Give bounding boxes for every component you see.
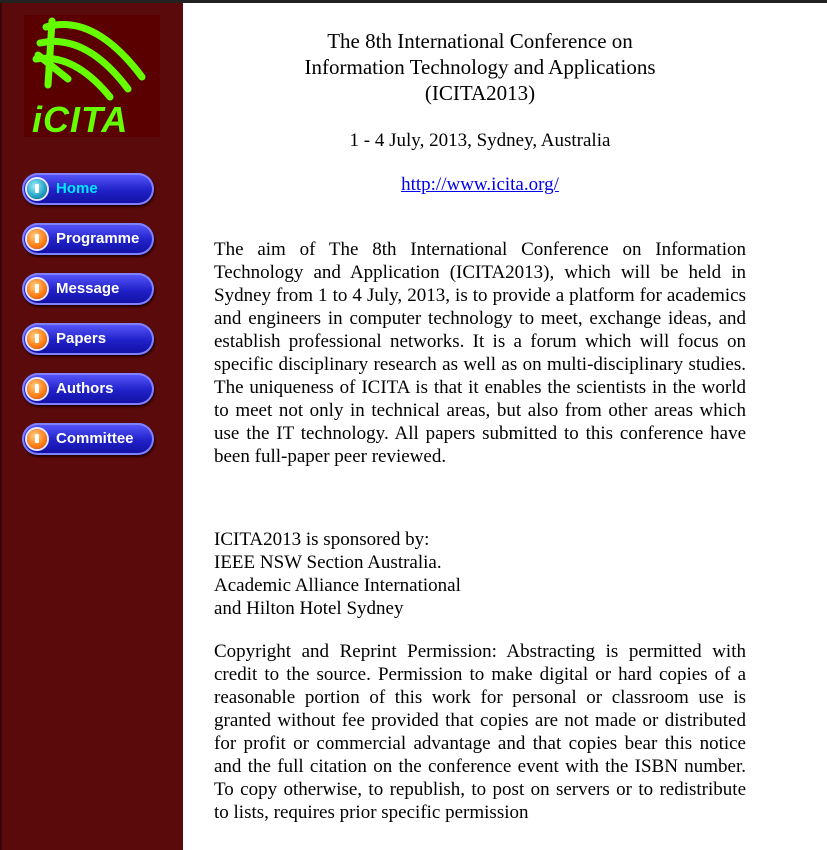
nav-label: Message	[56, 280, 120, 297]
nav-authors-button[interactable]: Authors	[22, 373, 154, 405]
aim-paragraph: The aim of The 8th International Confere…	[214, 239, 746, 467]
copyright-paragraph: Copyright and Reprint Permission: Abstra…	[214, 641, 746, 823]
sponsor-item: IEEE NSW Section Australia.	[214, 552, 442, 573]
sponsor-item: Academic Alliance International	[214, 575, 461, 596]
main-content: The 8th International Conference on Info…	[214, 0, 746, 824]
title-line: The 8th International Conference on	[327, 29, 633, 53]
sponsor-item: and Hilton Hotel Sydney	[214, 598, 404, 619]
nav-label: Programme	[56, 230, 140, 247]
nav-home-button[interactable]: Home	[22, 173, 154, 205]
arrow-up-icon	[27, 229, 47, 249]
arrow-up-icon	[27, 279, 47, 299]
nav-label: Committee	[56, 430, 134, 447]
logo-text: iCITA	[32, 99, 129, 140]
nav-committee-button[interactable]: Committee	[22, 423, 154, 455]
arrow-up-icon	[27, 179, 47, 199]
nav-label: Home	[56, 180, 98, 197]
arrow-up-icon	[27, 329, 47, 349]
nav-label: Authors	[56, 380, 114, 397]
arrow-up-icon	[27, 379, 47, 399]
sponsor-block: ICITA2013 is sponsored by: IEEE NSW Sect…	[214, 528, 746, 620]
nav-menu: Home Programme Message Papers Authors Co…	[22, 173, 154, 473]
nav-label: Papers	[56, 330, 107, 347]
nav-papers-button[interactable]: Papers	[22, 323, 154, 355]
arrow-up-icon	[27, 429, 47, 449]
sponsor-heading: ICITA2013 is sponsored by:	[214, 529, 430, 550]
title-line: (ICITA2013)	[424, 81, 536, 105]
page-title: The 8th International Conference on Info…	[214, 28, 746, 106]
title-line: Information Technology and Applications	[304, 55, 656, 79]
sidebar: iCITA Home Programme Message Papers Auth…	[0, 3, 183, 850]
website-link[interactable]: http://www.icita.org/	[401, 174, 559, 195]
icita-logo[interactable]: iCITA	[24, 15, 160, 140]
conference-dates: 1 - 4 July, 2013, Sydney, Australia	[349, 130, 611, 151]
logo-arc-icon	[32, 17, 146, 101]
nav-message-button[interactable]: Message	[22, 273, 154, 305]
nav-programme-button[interactable]: Programme	[22, 223, 154, 255]
